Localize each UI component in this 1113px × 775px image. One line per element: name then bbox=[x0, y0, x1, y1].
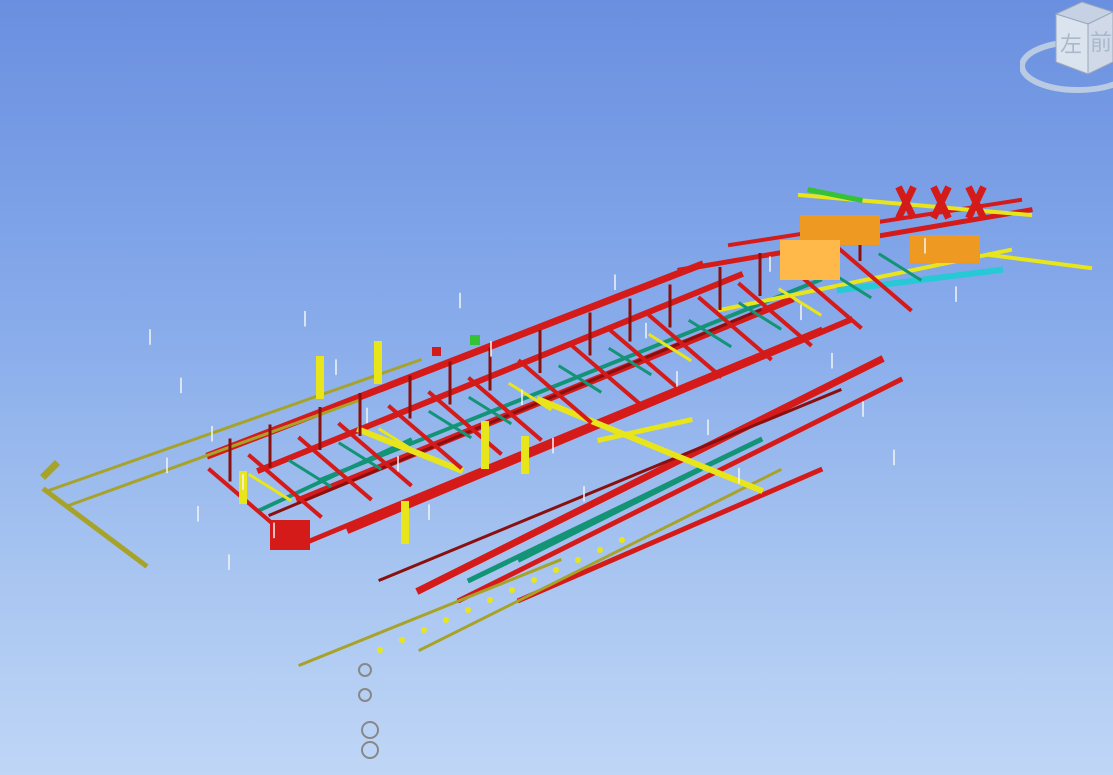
viewcube-front-label: 前 bbox=[1090, 31, 1112, 56]
sprinkler-head-10[interactable] bbox=[597, 547, 603, 553]
sprinkler-head-1[interactable] bbox=[399, 637, 405, 643]
equipment-red-box[interactable] bbox=[432, 347, 441, 356]
mep-model-scene[interactable] bbox=[0, 0, 1113, 775]
3d-viewport[interactable]: 左 前 bbox=[0, 0, 1113, 775]
sprinkler-head-4[interactable] bbox=[465, 607, 471, 613]
equipment-green-box[interactable] bbox=[470, 335, 480, 345]
drain-fitting-4[interactable] bbox=[358, 688, 372, 702]
drain-fitting-3[interactable] bbox=[358, 663, 372, 677]
pipe-run-12[interactable] bbox=[257, 437, 413, 513]
sprinkler-head-0[interactable] bbox=[377, 647, 383, 653]
drain-fitting-1[interactable] bbox=[361, 721, 379, 739]
viewcube-icon[interactable]: 左 前 bbox=[1020, 0, 1113, 100]
sprinkler-head-8[interactable] bbox=[553, 567, 559, 573]
equipment-ahu-2[interactable] bbox=[910, 235, 980, 263]
sprinkler-head-6[interactable] bbox=[509, 587, 515, 593]
branch-pipe-7[interactable] bbox=[517, 358, 593, 425]
pipe-run-1[interactable] bbox=[256, 271, 744, 474]
sprinkler-head-7[interactable] bbox=[531, 577, 537, 583]
viewcube-left-label: 左 bbox=[1060, 33, 1082, 58]
branch-pipe-2[interactable] bbox=[297, 435, 373, 502]
sprinkler-head-11[interactable] bbox=[619, 537, 625, 543]
pipe-run-16[interactable] bbox=[298, 558, 562, 667]
sprinkler-head-9[interactable] bbox=[575, 557, 581, 563]
cross-pipe-1[interactable] bbox=[287, 458, 333, 489]
pipe-run-5[interactable] bbox=[456, 376, 904, 604]
tray-run-left[interactable] bbox=[41, 486, 149, 569]
pipe-run-27[interactable] bbox=[987, 252, 1093, 271]
equipment-tank-1[interactable] bbox=[270, 520, 310, 550]
sprinkler-head-3[interactable] bbox=[443, 617, 449, 623]
branch-pipe-14[interactable] bbox=[837, 246, 913, 313]
drain-fitting-2[interactable] bbox=[361, 741, 379, 759]
equipment-pump-1[interactable] bbox=[780, 240, 840, 280]
tray-elbow-1[interactable] bbox=[40, 460, 60, 480]
sprinkler-head-2[interactable] bbox=[421, 627, 427, 633]
sprinkler-head-5[interactable] bbox=[487, 597, 493, 603]
